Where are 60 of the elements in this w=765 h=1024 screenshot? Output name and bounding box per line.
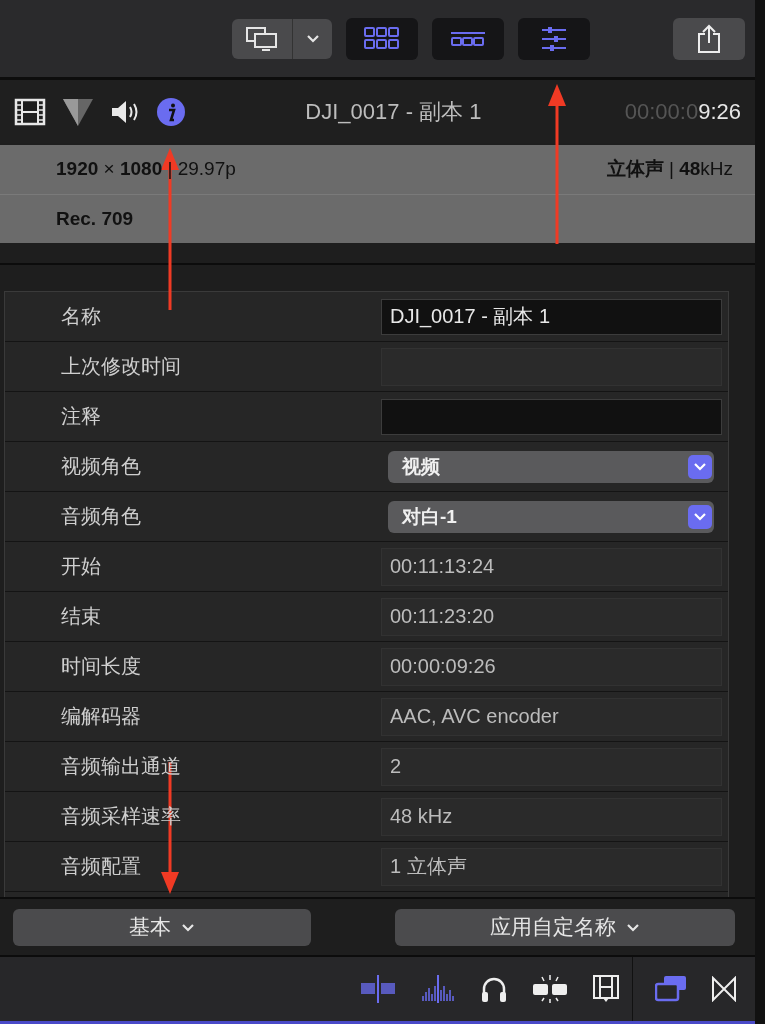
value-field: 1 立体声 <box>381 847 722 886</box>
value-field: 00:11:23:20 <box>381 597 722 636</box>
tool-button[interactable] <box>592 974 620 1004</box>
view-button[interactable] <box>346 17 418 60</box>
bowtie-icon <box>711 976 737 1002</box>
caret-icon <box>693 512 707 521</box>
property-label: 开始 <box>61 554 102 579</box>
popup-menu[interactable]: 视频 <box>388 450 714 483</box>
value-field: 48 kHz <box>381 797 722 836</box>
info-icon <box>156 96 186 127</box>
triangle-icon <box>62 96 94 127</box>
clip-icon <box>360 974 396 1004</box>
text-field[interactable] <box>381 398 722 435</box>
view-button[interactable] <box>432 17 504 60</box>
property-label: 名称 <box>61 304 102 329</box>
inspector-tab[interactable] <box>62 96 94 127</box>
value-field: 00:00:09:26 <box>381 647 722 686</box>
timecode: 9:26 <box>698 98 741 125</box>
clip-title: DJI_0017 - 副本 1 <box>304 97 483 126</box>
video-format: 1920 × 1080 | 29.97p <box>56 158 236 181</box>
monitors-icon <box>246 26 278 51</box>
audio-format: 立体声 | 48kHz <box>606 157 733 182</box>
property-label: 音频配置 <box>61 854 142 879</box>
inspector-tab[interactable] <box>14 97 46 126</box>
property-label: 视频角色 <box>61 454 142 479</box>
caret-icon <box>181 922 195 932</box>
property-label: 上次修改时间 <box>61 354 182 379</box>
share-button[interactable] <box>673 17 745 60</box>
speaker-icon <box>110 98 140 125</box>
property-label: 时间长度 <box>61 654 142 679</box>
caret-icon <box>626 922 640 932</box>
caret-icon <box>305 34 320 43</box>
sliders-icon <box>540 24 568 53</box>
text-field[interactable]: DJI_0017 - 副本 1 <box>381 298 722 335</box>
split-clip-icon <box>532 974 568 1004</box>
tool-button[interactable] <box>711 976 737 1002</box>
caret-icon <box>693 462 707 471</box>
windows-icon <box>655 975 687 1003</box>
view-button[interactable] <box>518 17 590 60</box>
color-space: Rec. 709 <box>56 207 134 230</box>
property-label: 音频角色 <box>61 504 142 529</box>
property-label: 编解码器 <box>61 704 142 729</box>
headphones-icon <box>480 975 508 1003</box>
tool-button[interactable] <box>480 975 508 1003</box>
film-icon <box>14 97 46 126</box>
film-icon <box>592 974 620 1004</box>
filmstrip-icon <box>450 30 486 47</box>
share-icon <box>697 23 721 54</box>
property-label: 注释 <box>61 404 102 429</box>
value-field: 00:11:13:24 <box>381 547 722 586</box>
waveform-icon <box>420 974 456 1004</box>
property-label: 结束 <box>61 604 102 629</box>
grid-icon <box>363 25 401 52</box>
menu-button[interactable]: 基本 <box>13 908 311 946</box>
menu-button[interactable]: 应用自定名称 <box>395 908 735 946</box>
popup-menu[interactable]: 对白-1 <box>388 500 714 533</box>
value-field: 2 <box>381 747 722 786</box>
inspector-tab[interactable] <box>110 98 140 125</box>
value-field: AAC, AVC encoder <box>381 697 722 736</box>
tool-button[interactable] <box>532 974 568 1004</box>
